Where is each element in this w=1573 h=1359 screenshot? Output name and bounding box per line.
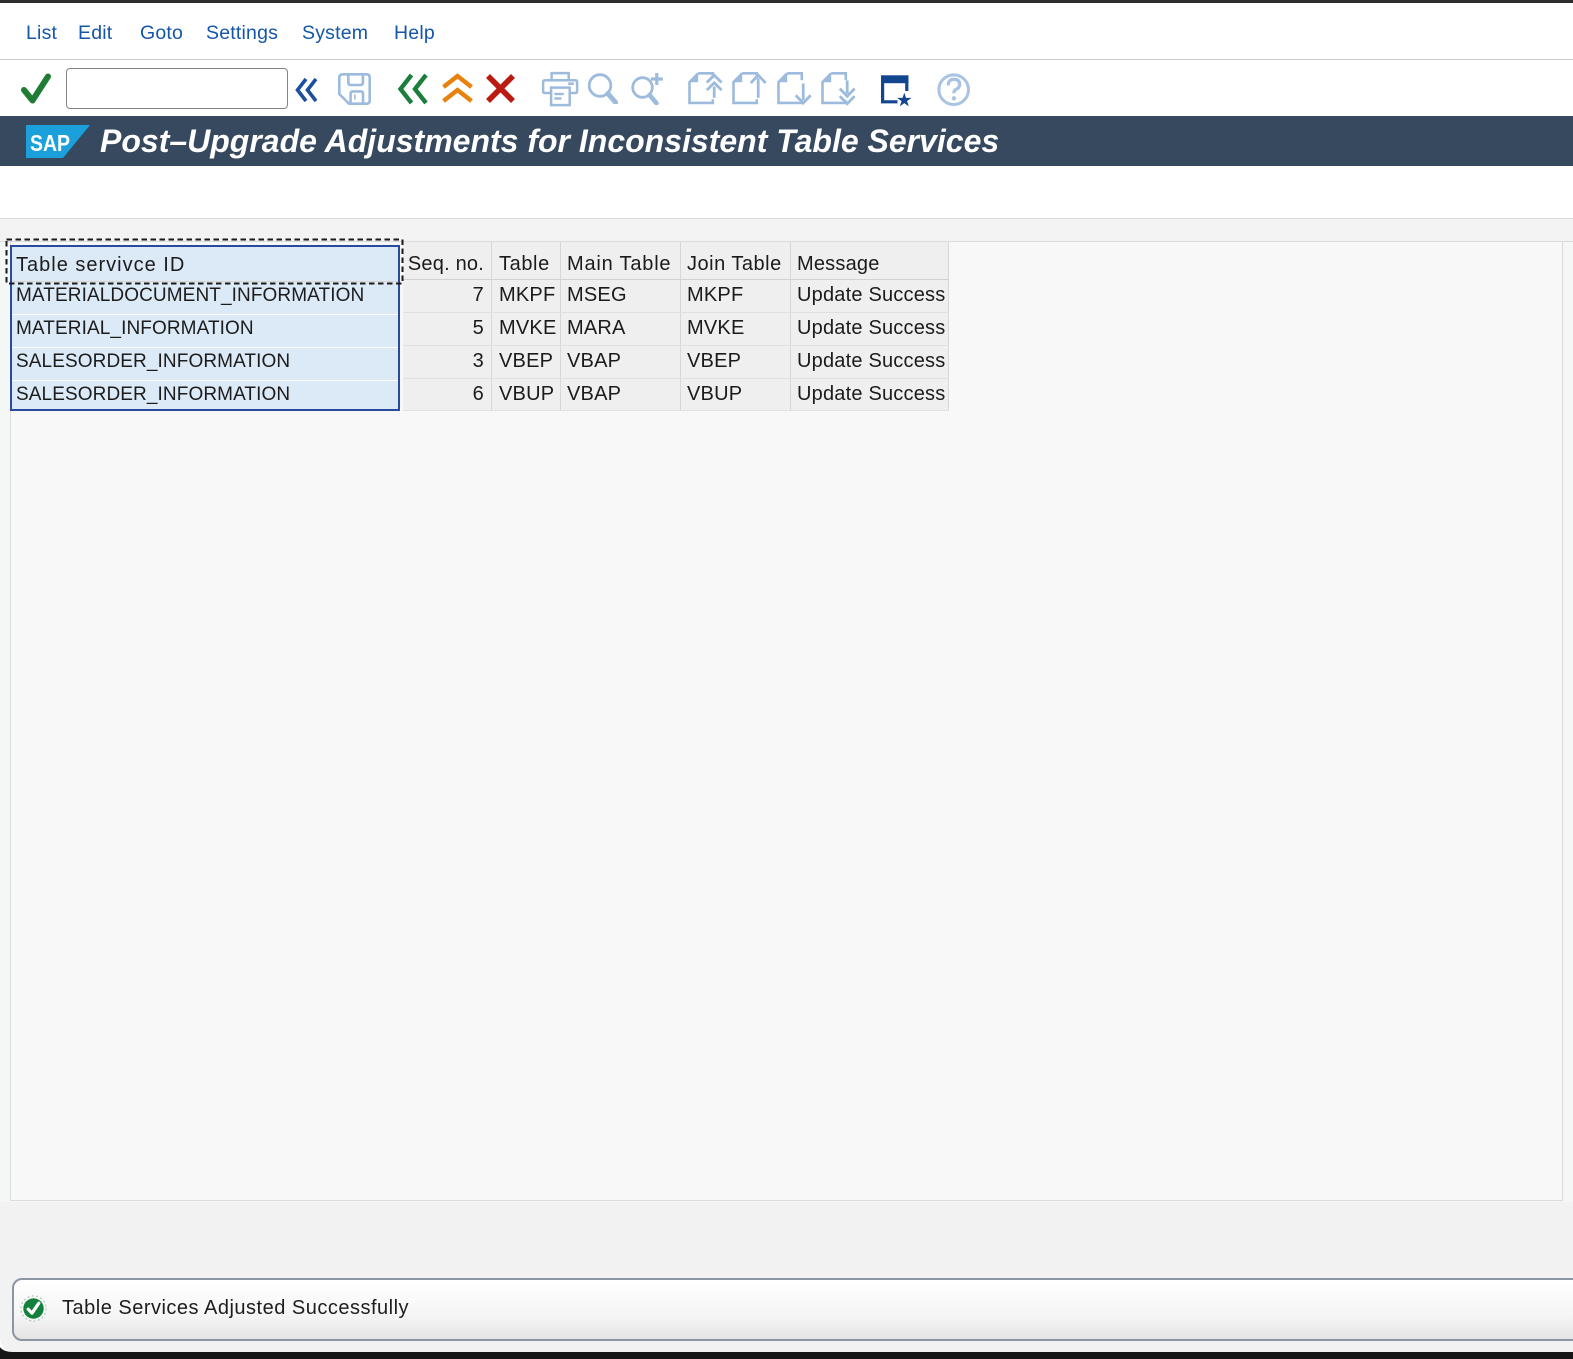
svg-text:SAP: SAP [30, 130, 70, 156]
